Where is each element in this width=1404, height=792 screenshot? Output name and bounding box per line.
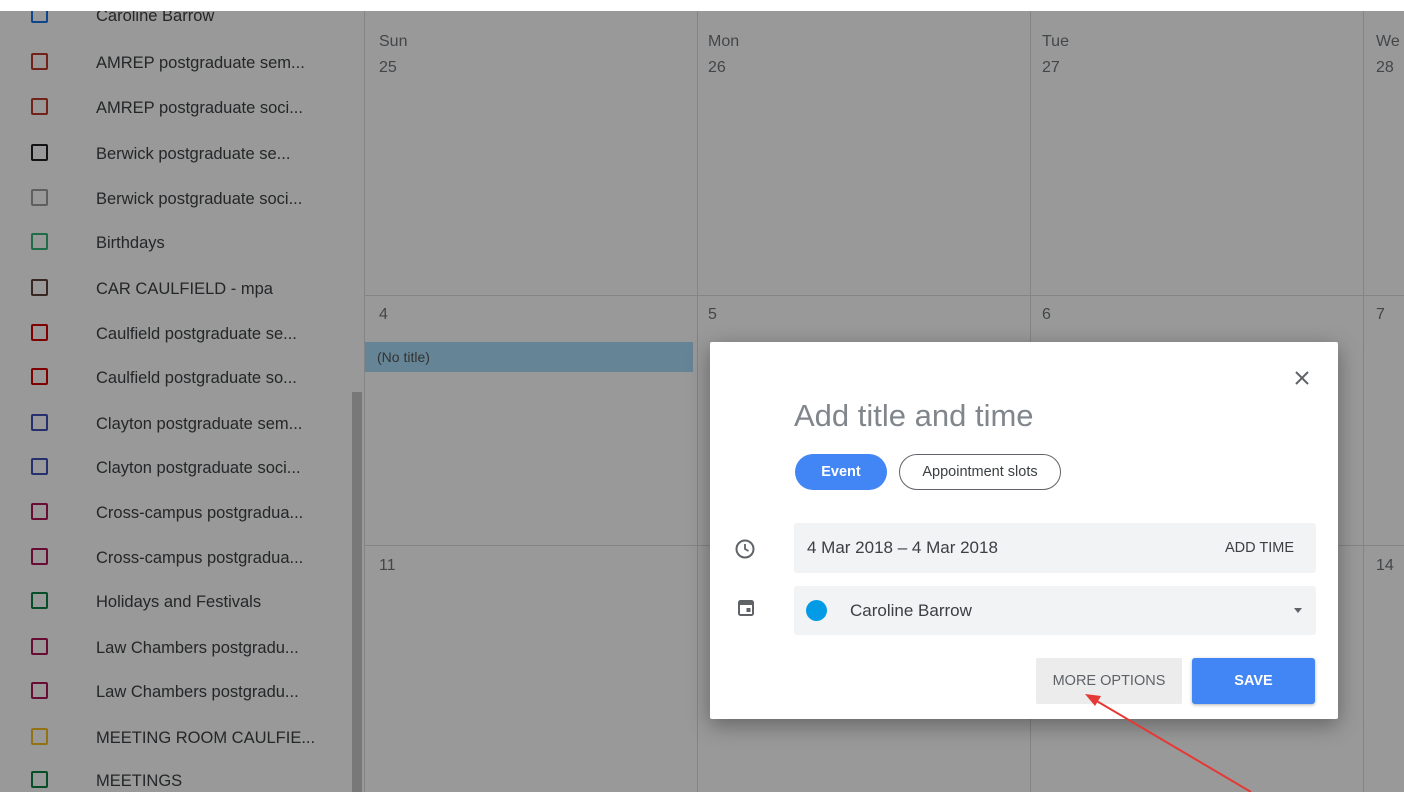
close-button[interactable] <box>1288 364 1316 392</box>
close-icon <box>1295 371 1309 385</box>
calendar-select-value: Caroline Barrow <box>850 601 972 620</box>
calendar-app: Caroline Barrow AMREP postgraduate sem..… <box>0 0 1404 792</box>
event-title-input[interactable]: Add title and time <box>794 398 1034 434</box>
dropdown-arrow-icon <box>1294 608 1302 613</box>
clock-icon <box>735 539 755 559</box>
add-time-button[interactable]: ADD TIME <box>1225 523 1294 573</box>
quick-event-dialog: Add title and time Event Appointment slo… <box>710 342 1338 719</box>
calendar-select[interactable]: Caroline Barrow <box>794 586 1316 635</box>
more-options-button[interactable]: MORE OPTIONS <box>1036 658 1182 704</box>
date-range-text[interactable]: 4 Mar 2018 – 4 Mar 2018 <box>807 523 998 573</box>
appointment-slots-chip[interactable]: Appointment slots <box>899 454 1061 490</box>
date-range-field[interactable]: 4 Mar 2018 – 4 Mar 2018 ADD TIME <box>794 523 1316 573</box>
save-button[interactable]: SAVE <box>1192 658 1315 704</box>
calendar-color-dot <box>806 600 827 621</box>
calendar-icon <box>738 600 754 616</box>
event-type-chip[interactable]: Event <box>795 454 887 490</box>
top-strip <box>0 0 1404 11</box>
